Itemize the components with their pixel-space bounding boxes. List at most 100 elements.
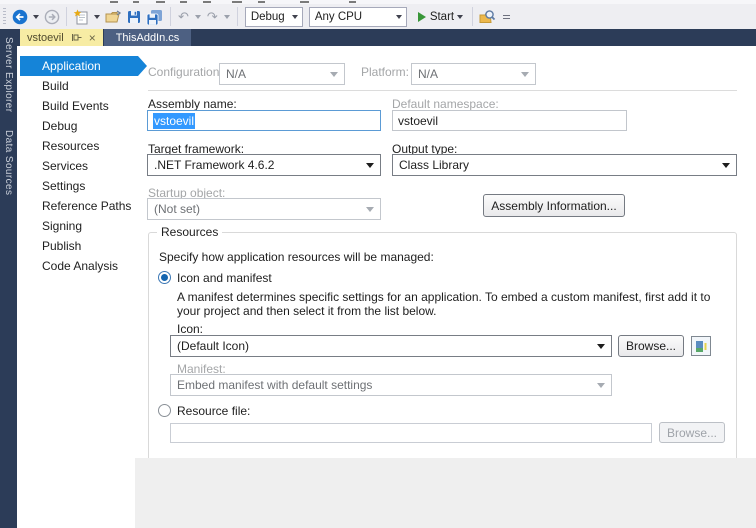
- nav-item-publish[interactable]: Publish: [17, 236, 135, 256]
- icon-and-manifest-label: Icon and manifest: [177, 271, 272, 285]
- undo-button[interactable]: ↶: [175, 6, 192, 28]
- redo-icon: ↷: [206, 9, 218, 24]
- navigate-back-icon: [12, 9, 28, 24]
- target-framework-combobox[interactable]: .NET Framework 4.6.2: [147, 154, 381, 176]
- default-namespace-label: Default namespace:: [392, 97, 499, 111]
- chevron-down-icon: [330, 71, 338, 77]
- icon-value: (Default Icon): [177, 339, 250, 353]
- platform-value: N/A: [418, 67, 439, 81]
- nav-item-signing[interactable]: Signing: [17, 216, 135, 236]
- left-tool-strip: Server Explorer Data Sources: [0, 29, 17, 528]
- solution-configuration-combobox[interactable]: Debug: [244, 6, 303, 27]
- solution-platform-value: Any CPU: [314, 10, 363, 23]
- save-all-button[interactable]: [144, 6, 166, 28]
- new-project-dropdown[interactable]: [94, 14, 100, 19]
- open-file-button[interactable]: [103, 6, 124, 28]
- open-folder-icon: [105, 9, 122, 22]
- nav-item-build-events[interactable]: Build Events: [17, 96, 135, 116]
- application-properties-form: Configuration: N/A Platform: N/A Assembl…: [135, 46, 756, 483]
- server-explorer-vertical-tab[interactable]: Server Explorer: [3, 37, 14, 112]
- assembly-name-label: Assembly name:: [148, 97, 237, 111]
- default-namespace-value: vstoevil: [398, 113, 439, 128]
- start-debugging-button[interactable]: Start: [410, 6, 468, 28]
- navigate-forward-button[interactable]: [42, 6, 62, 28]
- nav-item-build[interactable]: Build: [17, 76, 135, 96]
- resource-file-browse-button: Browse...: [659, 422, 725, 443]
- redo-button[interactable]: ↷: [204, 6, 221, 28]
- resource-file-label: Resource file:: [177, 404, 251, 418]
- configuration-label: Configuration:: [148, 65, 223, 79]
- find-in-files-button[interactable]: [477, 6, 498, 28]
- icon-and-manifest-radio[interactable]: [158, 271, 171, 284]
- output-type-value: Class Library: [399, 158, 470, 172]
- pin-icon[interactable]: [71, 33, 82, 42]
- output-type-combobox[interactable]: Class Library: [392, 154, 737, 176]
- icon-combobox[interactable]: (Default Icon): [170, 335, 612, 357]
- assembly-name-input[interactable]: vstoevil: [147, 110, 381, 131]
- chevron-down-icon: [395, 14, 402, 19]
- manifest-value: Embed manifest with default settings: [177, 378, 373, 392]
- nav-item-debug[interactable]: Debug: [17, 116, 135, 136]
- nav-item-code-analysis[interactable]: Code Analysis: [17, 256, 135, 276]
- data-sources-vertical-tab[interactable]: Data Sources: [3, 130, 14, 195]
- tab-label: ThisAddIn.cs: [115, 31, 180, 44]
- icon-preview-button[interactable]: [691, 336, 711, 356]
- chevron-down-icon: [597, 343, 605, 349]
- tab-thisaddin-cs[interactable]: ThisAddIn.cs: [103, 29, 192, 46]
- new-project-button[interactable]: [71, 6, 91, 28]
- document-background: [135, 458, 756, 528]
- chevron-down-icon: [291, 14, 298, 19]
- nav-item-services[interactable]: Services: [17, 156, 135, 176]
- assembly-information-button[interactable]: Assembly Information...: [483, 194, 625, 217]
- toolbar-separator: [170, 7, 171, 26]
- save-all-icon: [146, 9, 162, 25]
- solution-configuration-value: Debug: [250, 10, 285, 23]
- navigate-back-dropdown[interactable]: [33, 14, 39, 19]
- platform-combobox: N/A: [411, 63, 536, 85]
- configuration-combobox: N/A: [219, 63, 345, 85]
- nav-item-resources[interactable]: Resources: [17, 136, 135, 156]
- icon-browse-button[interactable]: Browse...: [618, 335, 684, 357]
- toolbar-separator: [66, 7, 67, 26]
- target-framework-value: .NET Framework 4.6.2: [154, 158, 275, 172]
- nav-item-application[interactable]: Application: [20, 56, 147, 76]
- manifest-combobox: Embed manifest with default settings: [170, 374, 612, 396]
- icon-label: Icon:: [177, 322, 204, 336]
- configuration-value: N/A: [226, 67, 247, 81]
- manifest-help-line2: your project and then select it from the…: [177, 304, 437, 318]
- platform-label: Platform:: [361, 65, 410, 79]
- chevron-down-icon: [366, 206, 374, 212]
- redo-dropdown[interactable]: [223, 14, 230, 19]
- chevron-down-icon: [366, 162, 374, 168]
- toolbar-drag-grip[interactable]: [3, 8, 6, 25]
- visual-studio-window: ↶ ↷ Debug Any CPU Start vstoevil × ThisA…: [0, 0, 756, 528]
- navigate-back-button[interactable]: [10, 6, 30, 28]
- toolbar-options-button[interactable]: [503, 14, 511, 19]
- nav-item-settings[interactable]: Settings: [17, 176, 135, 196]
- close-icon[interactable]: ×: [89, 32, 96, 44]
- resources-group-title: Resources: [157, 225, 223, 239]
- navigate-forward-icon: [44, 9, 60, 24]
- tab-label: vstoevil: [27, 31, 64, 44]
- manifest-help-line1: A manifest determines specific settings …: [177, 290, 711, 304]
- tab-vstoevil[interactable]: vstoevil ×: [20, 29, 103, 46]
- chevron-down-icon: [521, 71, 529, 77]
- document-tab-strip: vstoevil × ThisAddIn.cs: [0, 29, 756, 46]
- solution-platform-combobox[interactable]: Any CPU: [308, 6, 407, 27]
- find-in-files-icon: [479, 9, 496, 23]
- resources-description: Specify how application resources will b…: [159, 250, 434, 264]
- new-project-icon: [73, 9, 88, 24]
- undo-icon: ↶: [178, 9, 189, 24]
- start-dropdown[interactable]: [457, 14, 464, 19]
- resources-groupbox: Resources Specify how application resour…: [148, 225, 737, 483]
- start-label: Start: [429, 10, 455, 23]
- undo-dropdown[interactable]: [194, 14, 201, 19]
- toolbar-separator: [236, 7, 238, 26]
- resource-file-input: [170, 423, 652, 443]
- standard-toolbar: ↶ ↷ Debug Any CPU Start: [0, 4, 756, 29]
- resource-file-radio[interactable]: [158, 404, 171, 417]
- startup-object-value: (Not set): [154, 202, 201, 216]
- default-namespace-input: vstoevil: [392, 110, 627, 131]
- nav-item-reference-paths[interactable]: Reference Paths: [17, 196, 135, 216]
- save-button[interactable]: [124, 6, 144, 28]
